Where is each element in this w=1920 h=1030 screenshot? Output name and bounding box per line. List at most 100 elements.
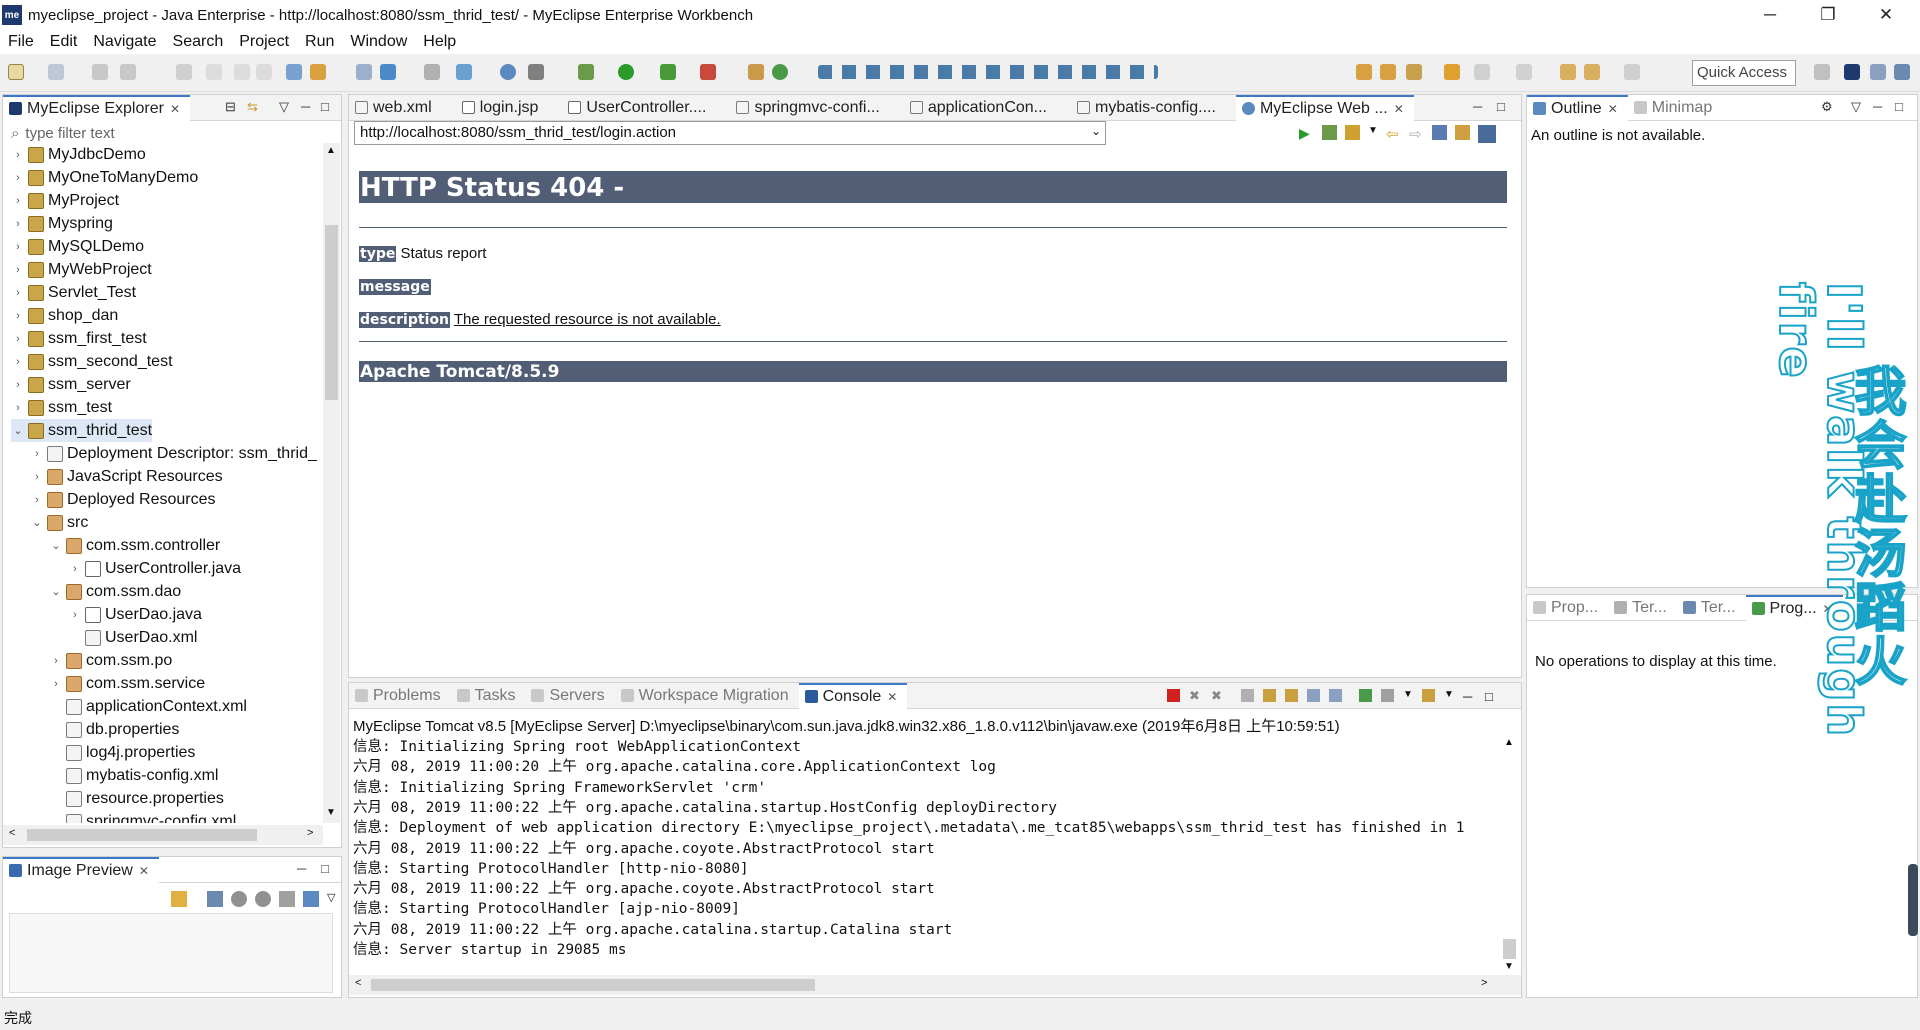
clear-console-icon[interactable] bbox=[1241, 689, 1254, 702]
chevron-right-icon[interactable]: › bbox=[11, 402, 25, 414]
menu-navigate[interactable]: Navigate bbox=[85, 33, 164, 51]
chevron-right-icon[interactable]: › bbox=[30, 471, 44, 483]
globe-icon[interactable] bbox=[500, 64, 516, 80]
tree-item[interactable]: › MyWebProject bbox=[11, 258, 152, 281]
chevron-right-icon[interactable]: › bbox=[11, 172, 25, 184]
chevron-right-icon[interactable]: › bbox=[30, 494, 44, 506]
tree-item[interactable]: applicationContext.xml bbox=[49, 695, 247, 718]
tab-console[interactable]: Console ✕ bbox=[798, 682, 908, 709]
tree-item[interactable]: springmvc-config.xml bbox=[49, 810, 236, 823]
zoom-in-icon[interactable] bbox=[255, 891, 271, 907]
minimize-icon[interactable]: ─ bbox=[297, 861, 306, 876]
scroll-left-icon[interactable]: < bbox=[9, 827, 15, 839]
redo-icon[interactable] bbox=[256, 64, 272, 80]
actual-size-icon[interactable] bbox=[279, 891, 295, 907]
external-tools-icon[interactable] bbox=[700, 64, 716, 80]
chevron-right-icon[interactable]: › bbox=[11, 218, 25, 230]
search-db-icon[interactable] bbox=[456, 64, 472, 80]
forward-icon[interactable] bbox=[1624, 64, 1640, 80]
refresh-icon[interactable] bbox=[772, 64, 788, 80]
menu-search[interactable]: Search bbox=[165, 33, 232, 51]
tree-item[interactable]: › shop_dan bbox=[11, 304, 118, 327]
debug-icon[interactable] bbox=[578, 64, 594, 80]
inspect-icon[interactable] bbox=[1478, 125, 1496, 143]
chevron-right-icon[interactable]: › bbox=[11, 333, 25, 345]
tree-item[interactable]: › ssm_test bbox=[11, 396, 112, 419]
remove-all-icon[interactable]: ✖ bbox=[1211, 689, 1224, 702]
quick-access-input[interactable]: Quick Access bbox=[1692, 60, 1796, 86]
menu-edit[interactable]: Edit bbox=[42, 33, 86, 51]
url-input[interactable]: http://localhost:8080/ssm_thrid_test/log… bbox=[354, 121, 1106, 145]
scroll-right-icon[interactable]: > bbox=[307, 827, 313, 839]
tree-item[interactable]: › com.ssm.po bbox=[49, 649, 172, 672]
chevron-down-icon[interactable]: ⌄ bbox=[49, 539, 63, 552]
show-stdout-icon[interactable] bbox=[1307, 689, 1320, 702]
chevron-right-icon[interactable]: › bbox=[11, 356, 25, 368]
open-perspective-icon[interactable] bbox=[1814, 64, 1830, 80]
tab-web-xml[interactable]: web.xml bbox=[349, 95, 442, 121]
close-button[interactable]: ✕ bbox=[1858, 0, 1914, 30]
console-output[interactable]: 信息: Initializing Spring root WebApplicat… bbox=[349, 735, 1499, 973]
tree-item[interactable]: UserDao.xml bbox=[68, 626, 197, 649]
minimize-icon[interactable]: ─ bbox=[1473, 99, 1482, 114]
open-resource-icon[interactable] bbox=[1380, 64, 1396, 80]
pen-icon[interactable] bbox=[1406, 64, 1422, 80]
run-coverage-icon[interactable] bbox=[660, 64, 676, 80]
tree-item[interactable]: › ssm_server bbox=[11, 373, 131, 396]
zoom-out-icon[interactable] bbox=[231, 891, 247, 907]
chevron-right-icon[interactable]: › bbox=[11, 241, 25, 253]
toolbar-icon[interactable]: ⚙ bbox=[1821, 99, 1833, 115]
tree-item[interactable]: mybatis-config.xml bbox=[49, 764, 218, 787]
menu-project[interactable]: Project bbox=[231, 33, 297, 51]
save-all-icon[interactable] bbox=[120, 64, 136, 80]
side-handle[interactable] bbox=[1908, 864, 1918, 936]
hscroll-thumb[interactable] bbox=[27, 829, 257, 841]
print-icon[interactable] bbox=[176, 64, 192, 80]
save-icon[interactable] bbox=[92, 64, 108, 80]
tree-item[interactable]: db.properties bbox=[49, 718, 179, 741]
prev-annotation-icon[interactable] bbox=[1516, 64, 1532, 80]
tree-item[interactable]: › MyOneToManyDemo bbox=[11, 166, 198, 189]
link-editor-icon[interactable]: ⇆ bbox=[247, 99, 258, 115]
tree-item[interactable]: › ssm_second_test bbox=[11, 350, 173, 373]
connector-icons[interactable] bbox=[818, 65, 1158, 79]
menu-run[interactable]: Run bbox=[297, 33, 342, 51]
console-vertical-scrollbar[interactable]: ▲ ▼ bbox=[1501, 735, 1518, 975]
view-menu-icon[interactable]: ▽ bbox=[327, 891, 343, 907]
chevron-down-icon[interactable]: ⌄ bbox=[30, 516, 44, 529]
tab-workspace-migration[interactable]: Workspace Migration bbox=[615, 683, 799, 709]
tree-item[interactable]: resource.properties bbox=[49, 787, 224, 810]
tree-item[interactable]: › MyJdbcDemo bbox=[11, 143, 146, 166]
tab-minimap[interactable]: Minimap bbox=[1628, 95, 1722, 121]
tree-item[interactable]: › ssm_first_test bbox=[11, 327, 147, 350]
layout-icon[interactable] bbox=[424, 64, 440, 80]
tree-item[interactable]: log4j.properties bbox=[49, 741, 195, 764]
open-type-icon[interactable] bbox=[1356, 64, 1372, 80]
chevron-right-icon[interactable]: › bbox=[68, 563, 82, 575]
favorite-icon[interactable] bbox=[1345, 125, 1360, 140]
java-perspective-icon[interactable] bbox=[1870, 64, 1886, 80]
back-icon[interactable] bbox=[1584, 64, 1600, 80]
tree-item[interactable]: › com.ssm.service bbox=[49, 672, 205, 695]
terminate-icon[interactable] bbox=[1167, 689, 1180, 702]
chevron-down-icon[interactable]: ⌄ bbox=[11, 424, 25, 437]
tree-item[interactable]: › MySQLDemo bbox=[11, 235, 144, 258]
tree-item[interactable]: ⌄ com.ssm.dao bbox=[49, 580, 181, 603]
chevron-right-icon[interactable]: › bbox=[11, 379, 25, 391]
pin-console-icon[interactable] bbox=[1359, 689, 1372, 702]
chevron-right-icon[interactable]: › bbox=[11, 310, 25, 322]
stop-icon[interactable] bbox=[1432, 125, 1447, 140]
tab-outline[interactable]: Outline ✕ bbox=[1527, 94, 1628, 121]
chevron-right-icon[interactable]: › bbox=[49, 655, 63, 667]
last-edit-icon[interactable] bbox=[1560, 64, 1576, 80]
tab-servers[interactable]: Servers bbox=[525, 683, 614, 709]
go-icon[interactable]: ▶ bbox=[1299, 125, 1314, 141]
restore-button[interactable]: ❐ bbox=[1800, 0, 1856, 30]
scroll-left-icon[interactable]: < bbox=[355, 977, 361, 989]
fit-window-icon[interactable] bbox=[303, 891, 319, 907]
tab-tasks[interactable]: Tasks bbox=[451, 683, 526, 709]
tree-item[interactable]: › Deployment Descriptor: ssm_thrid_ bbox=[30, 442, 317, 465]
new-class-icon[interactable] bbox=[748, 64, 764, 80]
scroll-down-icon[interactable]: ▼ bbox=[1504, 961, 1514, 972]
menu-window[interactable]: Window bbox=[342, 33, 415, 51]
